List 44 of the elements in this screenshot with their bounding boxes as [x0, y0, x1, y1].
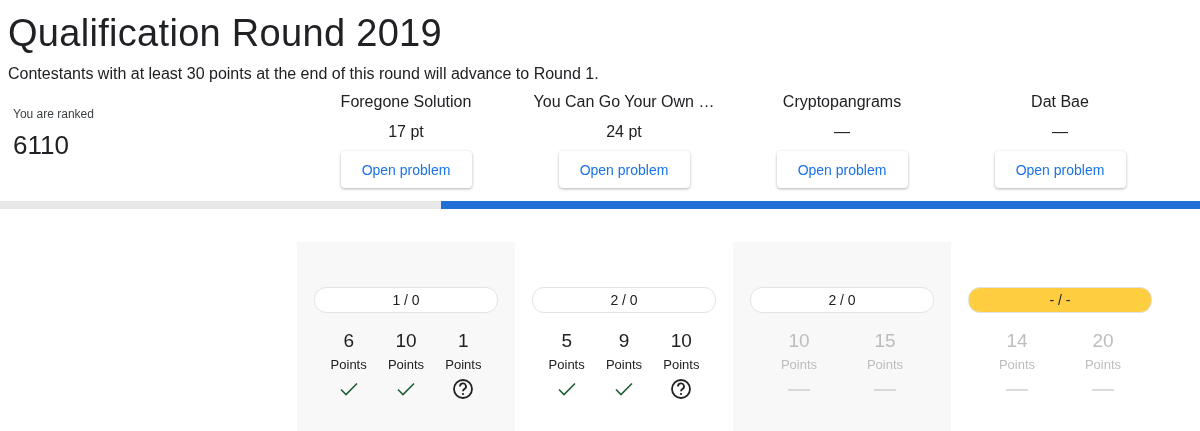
- test-points: 20: [1092, 330, 1114, 352]
- attempts-badge: - / -: [968, 287, 1152, 313]
- problem-score: —: [1052, 122, 1068, 142]
- test-points: 5: [561, 330, 572, 352]
- points-label: Points: [548, 357, 585, 372]
- open-problem-button[interactable]: Open problem: [994, 151, 1126, 188]
- test-points: 1: [458, 330, 469, 352]
- points-label: Points: [866, 357, 904, 372]
- test-points: 14: [1006, 330, 1028, 352]
- question-icon: [670, 378, 693, 400]
- rank-label: You are ranked: [13, 107, 94, 121]
- test-points: 9: [618, 330, 630, 352]
- problem-score: 17 pt: [388, 122, 424, 142]
- points-label: Points: [998, 357, 1036, 372]
- problem-name: Foregone Solution: [340, 92, 472, 112]
- round-description: Contestants with at least 30 points at the end of this round will advance to Round 1.: [8, 64, 600, 84]
- problem-score: 24 pt: [606, 122, 642, 142]
- test-points: 6: [343, 330, 354, 352]
- rank-value: 6110: [13, 130, 69, 161]
- problem-score: —: [834, 122, 850, 142]
- problem-name: You Can Go Your Own …: [533, 92, 715, 112]
- points-label: Points: [780, 357, 818, 372]
- dash-icon: [1092, 389, 1114, 391]
- points-label: Points: [663, 357, 700, 372]
- test-points: 15: [874, 330, 896, 352]
- points-label: Points: [1084, 357, 1122, 372]
- attempts-badge: 2 / 0: [532, 287, 716, 313]
- attempts-badge: 2 / 0: [750, 287, 934, 313]
- test-points: 10: [670, 330, 692, 352]
- test-points: 10: [788, 330, 810, 352]
- open-problem-button[interactable]: Open problem: [558, 151, 690, 188]
- points-label: Points: [387, 357, 425, 372]
- open-problem-button[interactable]: Open problem: [340, 151, 472, 188]
- open-problem-button[interactable]: Open problem: [776, 151, 908, 188]
- problem-name: Cryptopangrams: [782, 92, 902, 112]
- page-title: Qualification Round 2019: [8, 11, 443, 56]
- test-points: 10: [395, 330, 417, 352]
- question-icon: [452, 378, 475, 400]
- problem-name: Dat Bae: [1031, 92, 1089, 112]
- points-label: Points: [605, 357, 643, 372]
- points-label: Points: [445, 357, 482, 372]
- points-label: Points: [330, 357, 367, 372]
- attempts-badge: 1 / 0: [314, 287, 498, 313]
- dash-icon: [1006, 389, 1028, 391]
